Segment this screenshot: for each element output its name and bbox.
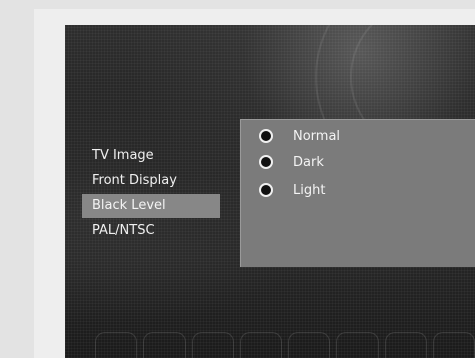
menu-item-label: TV Image (92, 148, 154, 163)
menu-item-pal-ntsc[interactable]: PAL/NTSC (82, 219, 220, 243)
menu-item-tv-image[interactable]: TV Image (82, 144, 220, 168)
option-light[interactable]: Light (259, 179, 325, 201)
option-dark[interactable]: Dark (259, 151, 324, 173)
radio-button-icon[interactable] (259, 183, 273, 197)
black-level-options-panel: Normal Dark Light (240, 119, 475, 267)
menu-item-black-level[interactable]: Black Level (82, 194, 220, 218)
option-label: Dark (293, 154, 324, 170)
menu-item-label: PAL/NTSC (92, 223, 155, 238)
menu-item-front-display[interactable]: Front Display (82, 169, 220, 193)
option-normal[interactable]: Normal (259, 125, 340, 147)
option-label: Normal (293, 128, 341, 144)
radio-button-icon[interactable] (259, 129, 273, 143)
radio-button-icon[interactable] (259, 155, 273, 169)
settings-menu: TV Image Front Display Black Level PAL/N… (82, 144, 220, 244)
option-label: Light (293, 182, 326, 198)
menu-item-label: Front Display (92, 173, 177, 188)
background-bottom-decoration (95, 332, 475, 358)
menu-item-label: Black Level (92, 198, 166, 213)
